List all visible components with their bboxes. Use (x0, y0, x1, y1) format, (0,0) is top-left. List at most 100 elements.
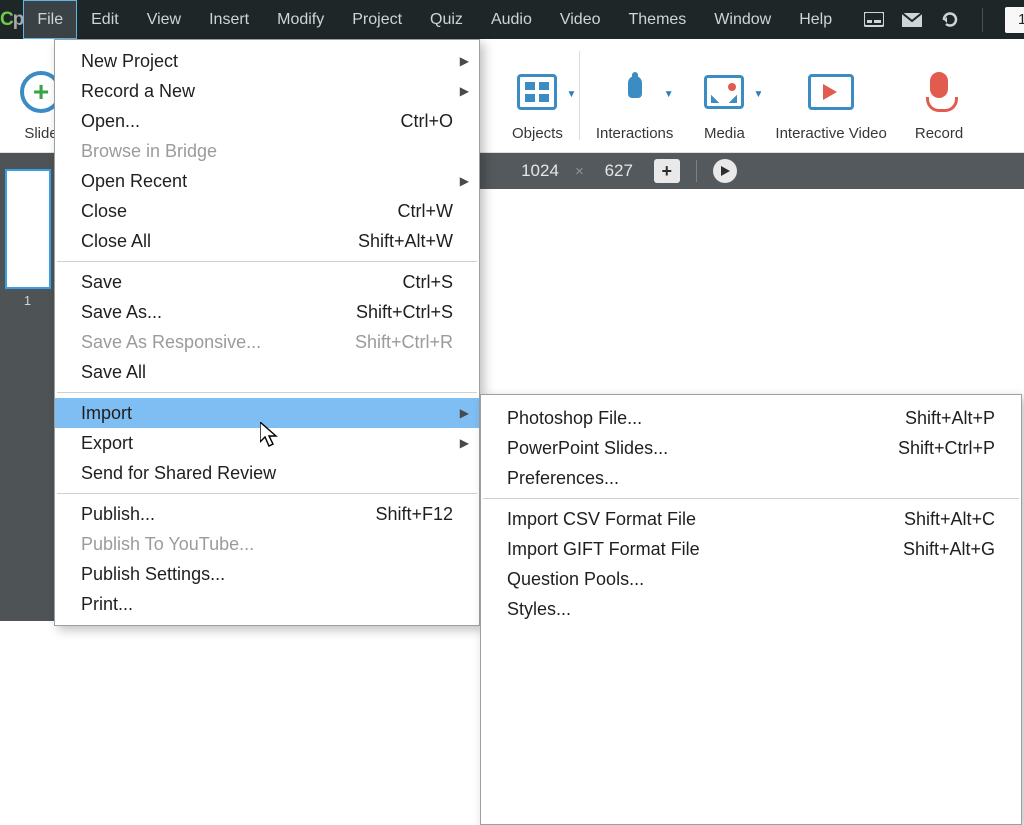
menu-item-shortcut: Shift+Ctrl+R (331, 332, 453, 353)
menu-window[interactable]: Window (700, 0, 785, 39)
slides-panel: 1 (0, 153, 55, 621)
menu-item-shortcut: Ctrl+S (378, 272, 453, 293)
import-item-styles[interactable]: Styles... (481, 594, 1021, 624)
menu-item-label: Close (81, 201, 127, 222)
menu-item-label: New Project (81, 51, 178, 72)
page-current-input[interactable]: 1 (1005, 7, 1024, 33)
chevron-right-icon: ▶ (460, 406, 469, 420)
canvas-height[interactable]: 627 (596, 161, 642, 181)
menu-separator (483, 498, 1019, 499)
file-item-publish[interactable]: Publish... Shift+F12 (55, 499, 479, 529)
menu-edit[interactable]: Edit (77, 0, 133, 39)
tool-ivideo-label: Interactive Video (775, 125, 886, 142)
mail-icon[interactable] (902, 12, 922, 28)
import-submenu: Photoshop File...Shift+Alt+PPowerPoint S… (480, 394, 1022, 825)
file-dropdown: New Project▶Record a New▶Open...Ctrl+OBr… (54, 39, 480, 626)
menu-quiz[interactable]: Quiz (416, 0, 477, 39)
menu-item-label: Send for Shared Review (81, 463, 276, 484)
tool-interactive-video[interactable]: Interactive Video (761, 39, 900, 152)
menu-help[interactable]: Help (785, 0, 846, 39)
menu-item-label: Open Recent (81, 171, 187, 192)
menu-audio[interactable]: Audio (477, 0, 546, 39)
import-item-question-pools[interactable]: Question Pools... (481, 564, 1021, 594)
tool-interactions[interactable]: ▼ Interactions (582, 39, 688, 152)
menu-item-shortcut: Shift+Alt+G (879, 539, 995, 560)
menu-item-label: Browse in Bridge (81, 141, 217, 162)
menu-item-label: Close All (81, 231, 151, 252)
menu-item-label: Save All (81, 362, 146, 383)
import-item-photoshop-file[interactable]: Photoshop File...Shift+Alt+P (481, 403, 1021, 433)
import-item-powerpoint-slides[interactable]: PowerPoint Slides...Shift+Ctrl+P (481, 433, 1021, 463)
file-item-print[interactable]: Print... (55, 589, 479, 619)
slide-thumbnail[interactable] (5, 169, 51, 289)
tool-slides-label: Slide (24, 125, 57, 142)
menu-item-label: Export (81, 433, 133, 454)
play-button[interactable] (713, 159, 737, 183)
file-item-export[interactable]: Export ▶ (55, 428, 479, 458)
menu-insert[interactable]: Insert (195, 0, 263, 39)
menu-item-label: Publish To YouTube... (81, 534, 254, 555)
menu-item-label: Import CSV Format File (507, 509, 696, 530)
menu-item-label: Save As Responsive... (81, 332, 261, 353)
menu-item-label: PowerPoint Slides... (507, 438, 668, 459)
file-item-close-all[interactable]: Close AllShift+Alt+W (55, 226, 479, 256)
menu-video[interactable]: Video (546, 0, 615, 39)
divider (579, 51, 580, 140)
logo-p: p (13, 9, 24, 31)
tool-media-label: Media (704, 125, 745, 142)
tool-record[interactable]: Record (901, 39, 977, 152)
page-counter: 1 / (1005, 7, 1024, 33)
tool-objects-label: Objects (512, 125, 563, 142)
file-item-open[interactable]: Open...Ctrl+O (55, 106, 479, 136)
chevron-right-icon: ▶ (460, 84, 469, 98)
menu-item-label: Import GIFT Format File (507, 539, 700, 560)
import-item-import-csv-format-file[interactable]: Import CSV Format File Shift+Alt+C (481, 504, 1021, 534)
add-button[interactable]: + (654, 159, 680, 183)
objects-icon (517, 74, 557, 110)
chevron-right-icon: ▶ (460, 174, 469, 188)
microphone-icon (924, 72, 954, 112)
slide-thumbnail-label: 1 (24, 293, 31, 308)
menu-view[interactable]: View (133, 0, 195, 39)
import-item-import-gift-format-file[interactable]: Import GIFT Format File Shift+Alt+G (481, 534, 1021, 564)
file-item-import[interactable]: Import ▶ (55, 398, 479, 428)
file-item-send-for-shared-review[interactable]: Send for Shared Review (55, 458, 479, 488)
canvas-width[interactable]: 1024 (517, 161, 563, 181)
file-item-new-project[interactable]: New Project▶ (55, 46, 479, 76)
interactions-icon (618, 72, 652, 112)
menubar: Cp File Edit View Insert Modify Project … (0, 0, 1024, 39)
menu-item-label: Save (81, 272, 122, 293)
menu-item-label: Import (81, 403, 132, 424)
menu-item-label: Question Pools... (507, 569, 644, 590)
file-item-close[interactable]: Close Ctrl+W (55, 196, 479, 226)
file-item-publish-to-youtube: Publish To YouTube... (55, 529, 479, 559)
menu-item-shortcut: Shift+F12 (351, 504, 453, 525)
file-item-browse-in-bridge: Browse in Bridge (55, 136, 479, 166)
tool-objects[interactable]: ▼ Objects (498, 39, 577, 152)
file-item-save[interactable]: Save Ctrl+S (55, 267, 479, 297)
media-icon (704, 75, 744, 109)
captioning-icon[interactable] (864, 12, 884, 28)
file-item-record-a-new[interactable]: Record a New▶ (55, 76, 479, 106)
tool-media[interactable]: ▼ Media (687, 39, 761, 152)
menu-project[interactable]: Project (338, 0, 416, 39)
menu-item-label: Photoshop File... (507, 408, 642, 429)
file-item-open-recent[interactable]: Open Recent ▶ (55, 166, 479, 196)
file-item-save-all[interactable]: Save All (55, 357, 479, 387)
menu-file[interactable]: File (23, 0, 77, 39)
file-item-publish-settings[interactable]: Publish Settings... (55, 559, 479, 589)
import-item-preferences[interactable]: Preferences... (481, 463, 1021, 493)
menu-item-label: Print... (81, 594, 133, 615)
chevron-down-icon: ▼ (567, 89, 577, 100)
chevron-right-icon: ▶ (460, 436, 469, 450)
menu-item-label: Open... (81, 111, 140, 132)
menu-separator (57, 493, 477, 494)
menu-item-label: Publish... (81, 504, 155, 525)
menu-item-shortcut: Ctrl+W (374, 201, 454, 222)
menu-item-shortcut: Shift+Alt+C (880, 509, 995, 530)
menu-themes[interactable]: Themes (615, 0, 701, 39)
menu-modify[interactable]: Modify (263, 0, 338, 39)
sync-icon[interactable] (940, 12, 960, 28)
menu-item-label: Styles... (507, 599, 571, 620)
file-item-save-as[interactable]: Save As...Shift+Ctrl+S (55, 297, 479, 327)
